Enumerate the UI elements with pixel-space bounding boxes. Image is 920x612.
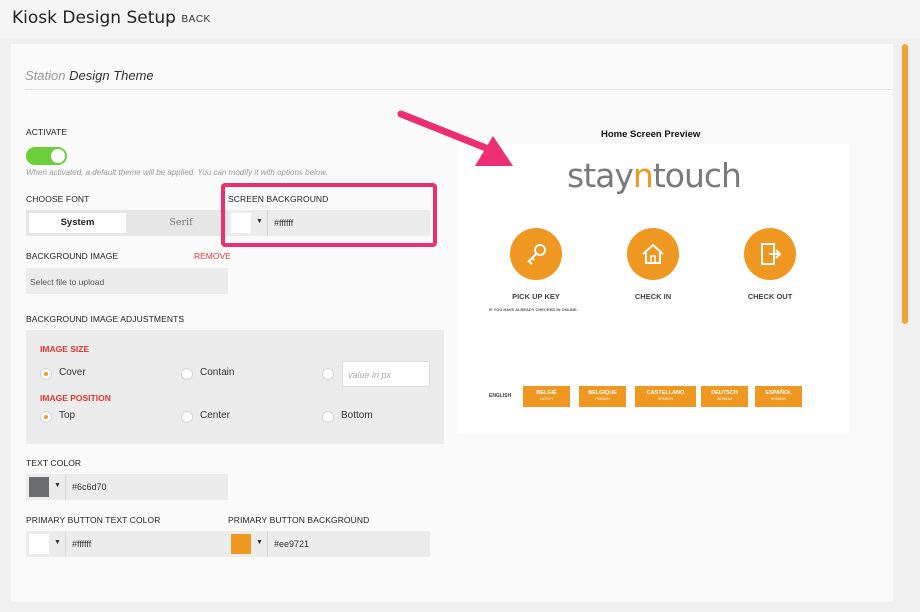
text-color-dropdown[interactable]: ▼ xyxy=(26,474,66,500)
button-background-label: PRIMARY BUTTON BACKGROUND xyxy=(228,515,370,525)
back-button[interactable]: ← BACK xyxy=(165,13,211,25)
radio-top[interactable] xyxy=(40,411,52,423)
page-title: Kiosk Design Setup xyxy=(12,8,176,28)
back-label: BACK xyxy=(181,14,211,25)
image-size-label: IMAGE SIZE xyxy=(40,344,90,354)
pointer-arrow-icon xyxy=(397,110,513,166)
text-color-value[interactable]: #6c6d70 xyxy=(72,482,107,492)
font-option-system[interactable]: System xyxy=(29,213,126,233)
lang-button-deutsch[interactable]: DEUTSCH GERMAN xyxy=(701,386,748,407)
color-swatch xyxy=(231,534,251,554)
button-background-value[interactable]: #ee9721 xyxy=(274,539,309,549)
remove-link[interactable]: REMOVE xyxy=(194,251,231,261)
lang-name: BELGIQUE xyxy=(588,390,617,396)
check-out-button[interactable] xyxy=(744,228,796,280)
button-text-color-dropdown[interactable]: ▼ xyxy=(26,531,66,557)
toggle-knob xyxy=(51,149,65,163)
caret-down-icon: ▼ xyxy=(54,539,61,546)
contain-label: Contain xyxy=(200,367,235,378)
lang-sub: DUTCH xyxy=(540,397,553,401)
logo-part-stay: stay xyxy=(567,156,634,195)
home-screen-preview: stayntouch PICK UP KEY IF YOU HAVE ALREA… xyxy=(457,144,849,434)
lang-name: ESPAÑOL xyxy=(765,390,792,396)
lang-button-belgie[interactable]: BELGIË DUTCH xyxy=(523,386,570,407)
radio-cover[interactable] xyxy=(40,368,52,380)
radio-custom-size[interactable] xyxy=(322,368,334,380)
radio-center[interactable] xyxy=(181,411,193,423)
current-language: ENGLISH xyxy=(489,393,512,399)
logo-part-touch: touch xyxy=(652,156,742,195)
stayntouch-logo: stayntouch xyxy=(567,156,742,195)
top-label: Top xyxy=(59,410,76,421)
text-color-label: TEXT COLOR xyxy=(26,458,82,468)
caret-down-icon: ▼ xyxy=(54,482,61,489)
lang-name: BELGIË xyxy=(536,390,557,396)
highlight-box xyxy=(221,183,437,247)
button-text-color-label: PRIMARY BUTTON TEXT COLOR xyxy=(26,515,161,525)
text-color-picker: ▼ #6c6d70 xyxy=(26,474,228,500)
preview-title: Home Screen Preview xyxy=(601,129,701,140)
section-divider xyxy=(25,89,891,90)
check-in-button[interactable] xyxy=(627,228,679,280)
choose-font-label: CHOOSE FONT xyxy=(26,194,90,204)
section-title: Station Design Theme xyxy=(25,68,154,83)
adjustments-label: BACKGROUND IMAGE ADJUSTMENTS xyxy=(26,314,185,324)
background-image-label: BACKGROUND IMAGE xyxy=(26,251,119,261)
lang-sub: SPANISH xyxy=(657,397,674,401)
font-selector: System Serif xyxy=(26,210,228,236)
file-upload-input[interactable]: Select file to upload xyxy=(26,268,228,294)
adjustments-panel: IMAGE SIZE Cover Contain value in px IMA… xyxy=(26,330,444,444)
lang-sub: SPANISH xyxy=(770,397,787,401)
lang-sub: GERMAN xyxy=(716,397,733,401)
bottom-label: Bottom xyxy=(341,410,373,421)
lang-sub: FRENCH xyxy=(595,397,610,401)
button-text-color-picker: ▼ #ffffff xyxy=(26,531,228,557)
back-arrow-icon: ← xyxy=(165,13,177,25)
activate-toggle[interactable] xyxy=(26,147,67,165)
button-background-picker: ▼ #ee9721 xyxy=(228,531,430,557)
check-out-label: CHECK OUT xyxy=(747,292,793,301)
activate-label: ACTIVATE xyxy=(26,127,68,137)
top-bar: Kiosk Design Setup ← BACK xyxy=(0,0,920,38)
lang-button-belgique[interactable]: BELGIQUE FRENCH xyxy=(579,386,626,407)
color-swatch xyxy=(29,534,49,554)
lang-button-castellano[interactable]: CASTELLANO SPANISH xyxy=(635,386,696,407)
center-label: Center xyxy=(200,410,231,421)
activate-hint: When activated, a default theme will be … xyxy=(26,168,328,177)
pick-up-key-button[interactable] xyxy=(510,228,562,280)
font-option-serif[interactable]: Serif xyxy=(134,213,228,233)
section-title-rest: Design Theme xyxy=(69,68,154,83)
size-px-input[interactable]: value in px xyxy=(342,361,430,387)
color-swatch xyxy=(29,477,49,497)
exit-door-icon xyxy=(761,243,782,265)
check-in-label: CHECK IN xyxy=(634,292,672,301)
button-text-color-value[interactable]: #ffffff xyxy=(72,539,91,549)
home-icon xyxy=(642,243,664,264)
button-background-dropdown[interactable]: ▼ xyxy=(228,531,268,557)
section-title-muted: Station xyxy=(25,68,66,83)
image-position-label: IMAGE POSITION xyxy=(40,393,111,403)
radio-contain[interactable] xyxy=(181,368,193,380)
cover-label: Cover xyxy=(59,367,86,378)
key-icon xyxy=(527,244,546,265)
pick-up-key-label: PICK UP KEY xyxy=(512,292,560,301)
pick-up-key-sub: IF YOU HAVE ALREADY CHECKED IN ONLINE. xyxy=(489,307,578,312)
lang-name: DEUTSCH xyxy=(711,390,738,396)
caret-down-icon: ▼ xyxy=(256,539,263,546)
lang-name: CASTELLANO xyxy=(646,390,685,396)
lang-button-espanol[interactable]: ESPAÑOL SPANISH xyxy=(755,386,802,407)
scrollbar[interactable] xyxy=(902,44,908,324)
logo-part-n: n xyxy=(632,156,654,195)
radio-bottom[interactable] xyxy=(322,411,334,423)
